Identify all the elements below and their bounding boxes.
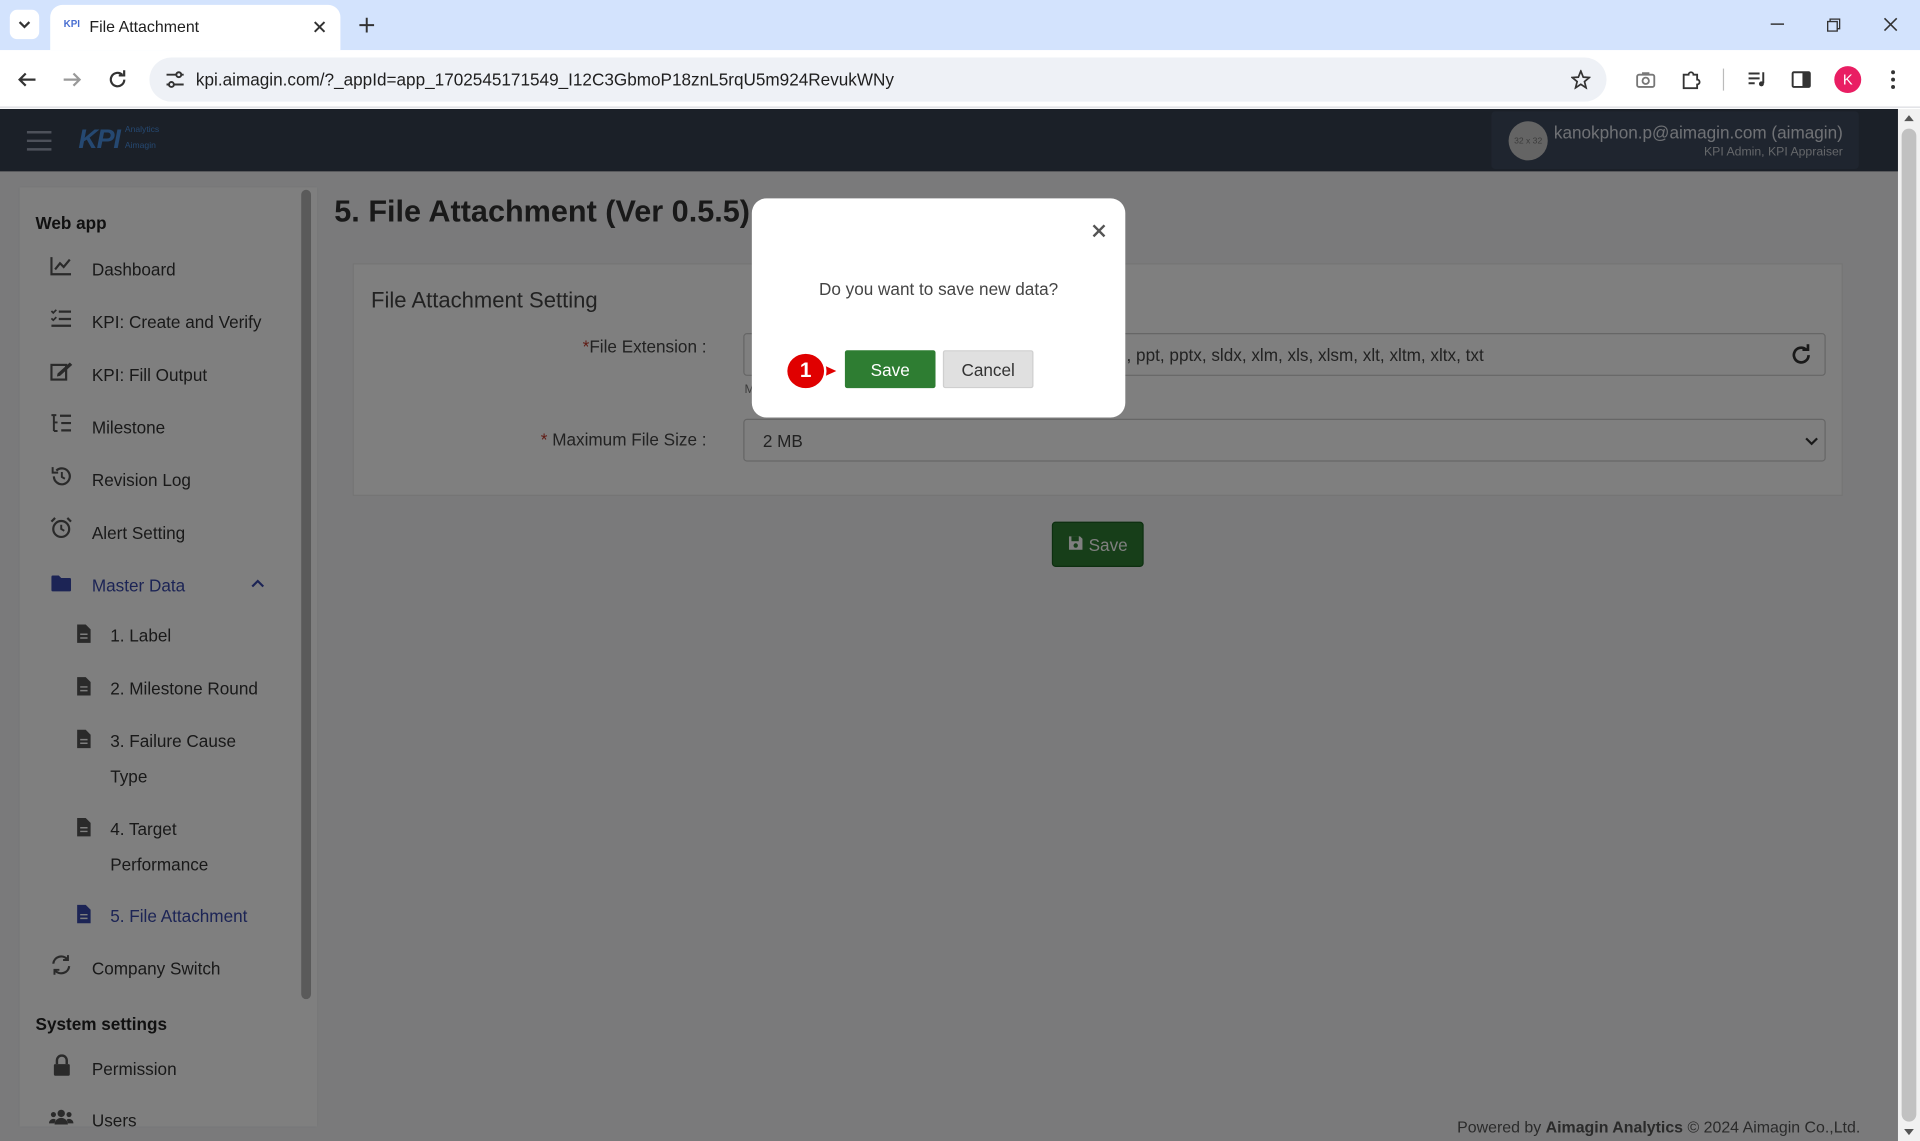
tab-close-icon[interactable] — [309, 16, 331, 38]
site-info-icon[interactable] — [164, 69, 186, 91]
close-icon — [1091, 223, 1105, 237]
scroll-down-icon[interactable] — [1902, 1125, 1917, 1137]
kebab-menu-icon — [1891, 70, 1896, 90]
bookmark-star-icon[interactable] — [1570, 69, 1592, 91]
screenshot-button[interactable] — [1632, 66, 1659, 93]
close-icon — [1883, 17, 1898, 32]
arrow-right-icon — [62, 70, 82, 90]
reload-button[interactable] — [103, 65, 132, 94]
dialog-cancel-button[interactable]: Cancel — [942, 350, 1034, 389]
tab-title: File Attachment — [89, 17, 200, 36]
reload-icon — [108, 70, 128, 90]
minimize-button[interactable] — [1763, 12, 1790, 36]
camera-icon — [1636, 71, 1656, 88]
side-panel-icon — [1791, 71, 1811, 88]
browser-toolbar: kpi.aimagin.com/?_appId=app_170254517154… — [0, 50, 1920, 108]
dialog-message: Do you want to save new data? — [818, 279, 1059, 299]
plus-icon — [358, 17, 374, 33]
scroll-up-icon[interactable] — [1902, 111, 1917, 123]
browser-tab-active[interactable]: KPI File Attachment — [50, 4, 341, 51]
chevron-down-icon — [17, 17, 32, 32]
media-control-button[interactable] — [1744, 66, 1771, 93]
favicon-icon: KPI — [63, 18, 81, 30]
close-window-button[interactable] — [1877, 12, 1904, 36]
page-scrollbar[interactable] — [1897, 108, 1920, 1141]
side-panel-button[interactable] — [1788, 66, 1815, 93]
extensions-button[interactable] — [1678, 66, 1705, 93]
dialog-save-button[interactable]: Save — [844, 350, 936, 389]
profile-avatar[interactable]: K — [1834, 66, 1862, 94]
arrow-left-icon — [17, 70, 37, 90]
tab-search-button[interactable] — [9, 9, 40, 40]
puzzle-icon — [1681, 70, 1701, 90]
forward-button[interactable] — [58, 65, 87, 94]
browser-menu-button[interactable] — [1880, 66, 1907, 93]
restore-icon — [1826, 17, 1840, 32]
close-dialog-button[interactable] — [1087, 219, 1109, 241]
browser-tab-strip: KPI File Attachment — [0, 0, 1920, 51]
new-tab-button[interactable] — [353, 11, 380, 38]
playlist-music-icon — [1747, 71, 1767, 88]
step-marker: 1 — [784, 351, 827, 391]
address-bar[interactable]: kpi.aimagin.com/?_appId=app_170254517154… — [149, 57, 1607, 102]
restore-button[interactable] — [1820, 12, 1847, 36]
toolbar-divider — [1722, 68, 1725, 91]
scrollbar-thumb[interactable] — [1901, 128, 1917, 1122]
url-text: kpi.aimagin.com/?_appId=app_170254517154… — [195, 69, 895, 90]
back-button[interactable] — [12, 65, 41, 94]
minimize-icon — [1770, 23, 1784, 25]
